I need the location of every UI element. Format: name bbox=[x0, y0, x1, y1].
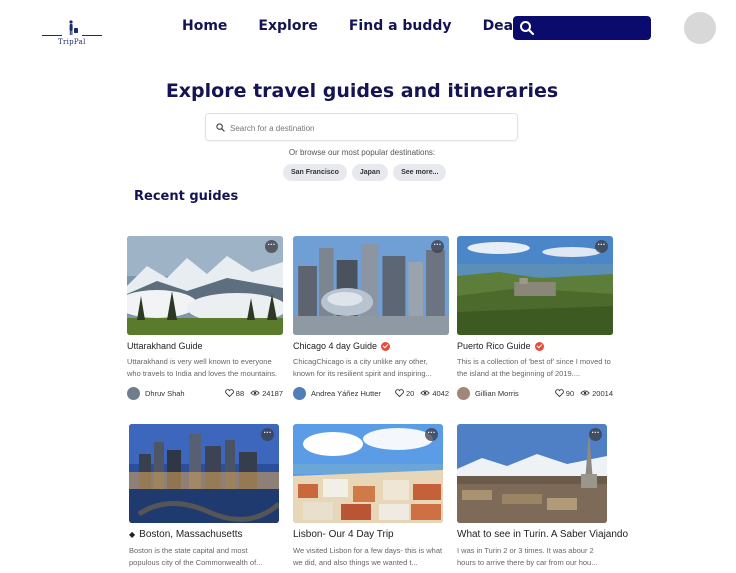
city-photo bbox=[293, 236, 449, 335]
nav-find-a-buddy[interactable]: Find a buddy bbox=[349, 18, 452, 34]
page-title: Explore travel guides and itineraries bbox=[165, 80, 559, 102]
lisbon-photo bbox=[293, 424, 443, 523]
more-options-icon[interactable]: ··· bbox=[261, 428, 274, 441]
guide-title: Uttarakhand Guide bbox=[127, 341, 203, 351]
guide-card[interactable]: ··· Puerto Rico Guide This is a collecti… bbox=[457, 236, 613, 400]
views: 24187 bbox=[250, 389, 283, 398]
section-title: Recent guides bbox=[134, 189, 239, 204]
more-options-icon[interactable]: ··· bbox=[431, 240, 444, 253]
guide-image[interactable]: ··· bbox=[293, 424, 443, 523]
guide-description: ChicagChicago is a city unlike any other… bbox=[293, 357, 432, 378]
author-name[interactable]: Gillian Morris bbox=[475, 389, 549, 398]
destination-search-input[interactable] bbox=[230, 118, 510, 138]
views: 20014 bbox=[580, 389, 613, 398]
nav-explore[interactable]: Explore bbox=[258, 18, 317, 34]
verified-badge-icon bbox=[381, 341, 391, 351]
author-avatar[interactable] bbox=[127, 386, 140, 400]
chip-see-more[interactable]: See more... bbox=[393, 164, 447, 181]
turin-photo bbox=[457, 424, 607, 523]
destination-search[interactable] bbox=[205, 113, 518, 141]
chip-san-francisco[interactable]: San Francisco bbox=[283, 164, 347, 181]
search-icon bbox=[216, 123, 225, 132]
author-avatar[interactable] bbox=[457, 386, 470, 400]
eye-icon bbox=[420, 390, 431, 396]
more-options-icon[interactable]: ··· bbox=[589, 428, 602, 441]
guide-title: ◆ Boston, Massachusetts bbox=[129, 529, 243, 540]
author-name[interactable]: Dhruv Shah bbox=[145, 389, 219, 398]
guide-image[interactable]: ··· bbox=[457, 424, 607, 523]
guide-title: Lisbon- Our 4 Day Trip bbox=[293, 529, 394, 540]
user-avatar[interactable] bbox=[684, 12, 716, 44]
coast-photo bbox=[457, 236, 613, 335]
guide-title: What to see in Turin. A Saber Viajando bbox=[457, 529, 629, 540]
guide-card[interactable]: ··· Uttarakhand Guide Uttarakhand is ver… bbox=[127, 236, 283, 400]
eye-icon bbox=[580, 390, 590, 396]
logo-line-right bbox=[82, 35, 102, 36]
author-avatar[interactable] bbox=[293, 386, 306, 400]
views: 4042 bbox=[420, 389, 449, 398]
skyline-photo bbox=[129, 424, 279, 523]
more-options-icon[interactable]: ··· bbox=[425, 428, 438, 441]
guide-image[interactable]: ··· bbox=[127, 236, 283, 335]
eye-icon bbox=[250, 390, 260, 396]
mountain-photo bbox=[127, 236, 283, 335]
search-icon bbox=[520, 21, 535, 36]
heart-icon bbox=[554, 389, 564, 397]
heart-icon bbox=[395, 389, 404, 397]
popular-destinations: San Francisco Japan See more... bbox=[283, 164, 447, 181]
likes: 90 bbox=[554, 389, 574, 398]
guide-meta: Gillian Morris 90 20014 bbox=[457, 386, 613, 400]
chip-japan[interactable]: Japan bbox=[351, 164, 389, 181]
guide-image[interactable]: ··· bbox=[129, 424, 279, 523]
likes: 88 bbox=[224, 389, 244, 398]
guide-description: This is a collection of 'best of' since … bbox=[457, 357, 611, 378]
guide-card[interactable]: ··· Lisbon- Our 4 Day Trip We visited Li… bbox=[293, 424, 443, 569]
guide-description: We visited Lisbon for a few days- this i… bbox=[293, 546, 443, 567]
guide-image[interactable]: ··· bbox=[457, 236, 613, 335]
main-nav: Home Explore Find a buddy Deals bbox=[182, 18, 526, 34]
guide-title: Puerto Rico Guide bbox=[457, 341, 613, 351]
guide-meta: Dhruv Shah 88 24187 bbox=[127, 386, 283, 400]
heart-icon bbox=[224, 389, 234, 397]
guide-image[interactable]: ··· bbox=[293, 236, 449, 335]
likes: 20 bbox=[395, 389, 414, 398]
logo-line-left bbox=[42, 35, 62, 36]
guide-card[interactable]: ··· Chicago 4 day Guide ChicagChicago is… bbox=[293, 236, 449, 400]
guide-description: Boston is the state capital and most pop… bbox=[129, 546, 263, 567]
guide-card[interactable]: ··· ◆ Boston, Massachusetts Boston is the… bbox=[129, 424, 279, 569]
logo-text: TripPal bbox=[58, 38, 86, 46]
guide-meta: Andrea Yáñez Hutter 20 4042 bbox=[293, 386, 449, 400]
guide-title: Chicago 4 day Guide bbox=[293, 341, 449, 351]
pin-icon: ◆ bbox=[129, 530, 136, 539]
more-options-icon[interactable]: ··· bbox=[265, 240, 278, 253]
browse-hint: Or browse our most popular destinations: bbox=[288, 148, 436, 157]
header-search-bar[interactable] bbox=[513, 16, 651, 40]
guide-card[interactable]: ··· What to see in Turin. A Saber Viajan… bbox=[457, 424, 629, 569]
traveler-icon bbox=[69, 20, 78, 35]
nav-home[interactable]: Home bbox=[182, 18, 227, 34]
guide-description: Uttarakhand is very well known to everyo… bbox=[127, 357, 278, 378]
guide-description: I was in Turin 2 or 3 times. It was abou… bbox=[457, 546, 598, 567]
verified-badge-icon bbox=[534, 341, 544, 351]
more-options-icon[interactable]: ··· bbox=[595, 240, 608, 253]
logo[interactable]: TripPal bbox=[42, 18, 104, 48]
author-name[interactable]: Andrea Yáñez Hutter bbox=[311, 389, 389, 398]
